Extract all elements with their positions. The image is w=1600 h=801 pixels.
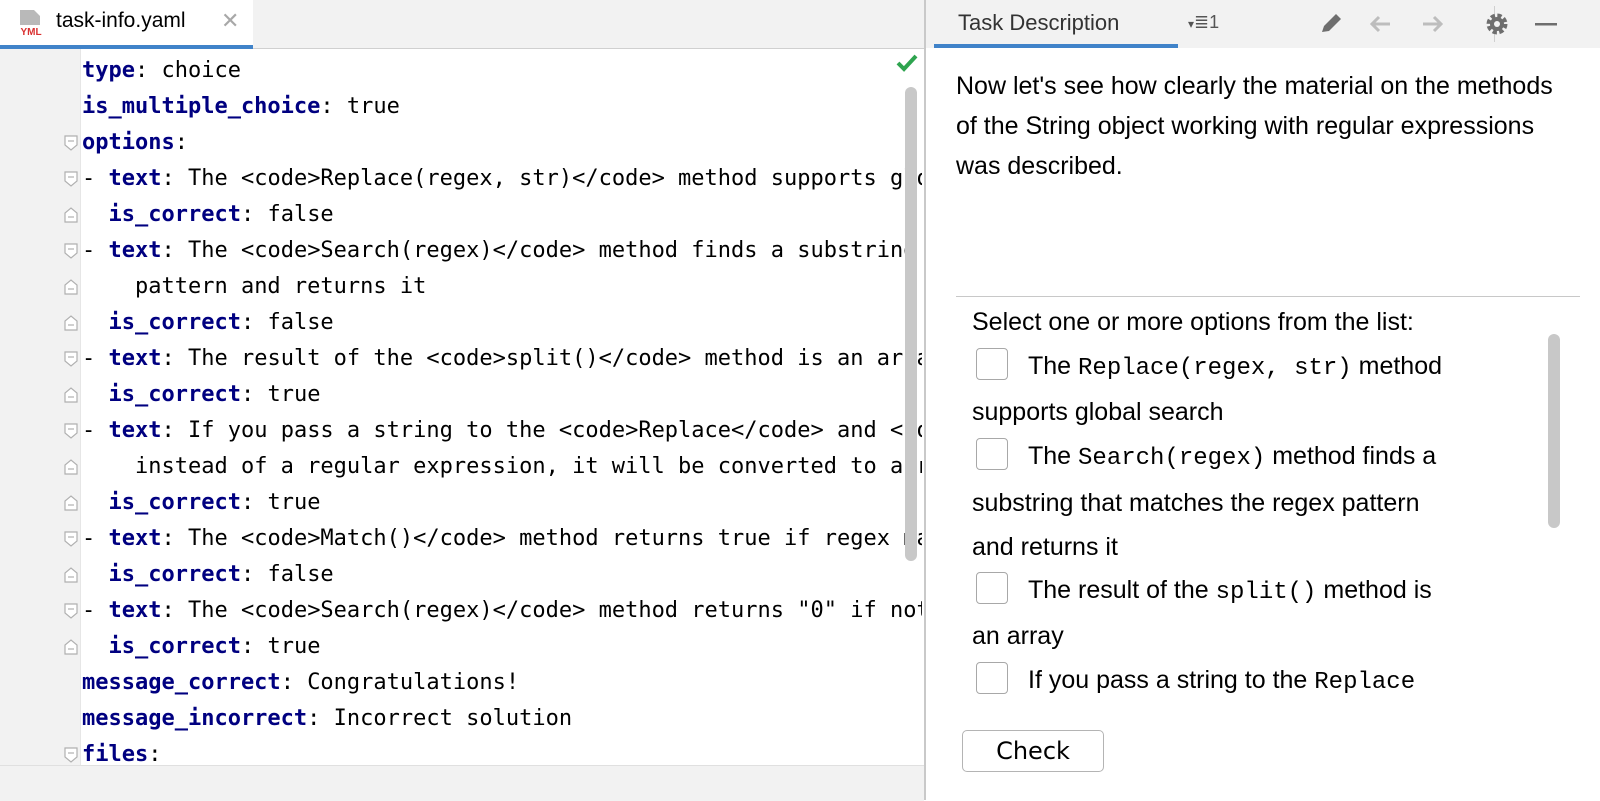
description-separator: [956, 296, 1580, 297]
panel-tab-label: Task Description: [958, 10, 1120, 35]
option-1-label[interactable]: The Replace(regex, str) method: [1028, 346, 1442, 389]
task-description-text: Now let's see how clearly the material o…: [956, 72, 1553, 180]
yaml-key: text: [108, 166, 162, 191]
task-description-panel: Task Description ▾≣1 Now let's see how c…: [926, 0, 1600, 800]
fold-end-icon[interactable]: [64, 387, 78, 403]
code-line[interactable]: options:: [82, 125, 188, 161]
tab-task-description[interactable]: Task Description: [934, 0, 1178, 48]
yaml-key: text: [108, 238, 162, 263]
yaml-key: is_correct: [108, 634, 241, 659]
fold-end-icon[interactable]: [64, 315, 78, 331]
option-4-checkbox[interactable]: [976, 662, 1008, 694]
code-line[interactable]: pattern and returns it: [82, 269, 426, 305]
code-line[interactable]: files:: [82, 737, 161, 765]
fold-open-icon[interactable]: [64, 747, 78, 763]
option-4-label[interactable]: If you pass a string to the Replace: [1028, 660, 1415, 703]
code-line[interactable]: - text: The <code>Search(regex)</code> m…: [82, 233, 922, 269]
code-line[interactable]: - text: If you pass a string to the <cod…: [82, 413, 922, 449]
pager-count: 1: [1209, 12, 1220, 32]
inline-code: Replace: [1314, 669, 1416, 696]
option-3-checkbox[interactable]: [976, 572, 1008, 604]
options-prompt: Select one or more options from the list…: [972, 308, 1414, 336]
yaml-key: is_correct: [108, 562, 241, 587]
task-pager[interactable]: ▾≣1: [1188, 12, 1219, 33]
yaml-key: is_correct: [108, 310, 241, 335]
editor-scrollbar[interactable]: [905, 87, 917, 561]
options-scrollbar[interactable]: [1548, 334, 1560, 528]
editor-pane: YML task-info.yaml ✕ type: choice is_mult…: [0, 0, 924, 801]
pencil-icon[interactable]: [1316, 10, 1346, 38]
panel-header: Task Description ▾≣1: [926, 0, 1600, 48]
code-line[interactable]: message_incorrect: Incorrect solution: [82, 701, 572, 737]
arrow-right-icon[interactable]: [1418, 10, 1448, 38]
minimize-icon[interactable]: [1532, 10, 1562, 38]
fold-end-icon[interactable]: [64, 279, 78, 295]
arrow-left-icon[interactable]: [1366, 10, 1396, 38]
inline-code: Search(regex): [1078, 445, 1266, 472]
option-2-label-wrap: substring that matches the regex pattern: [972, 489, 1420, 517]
fold-end-icon[interactable]: [64, 639, 78, 655]
gear-icon[interactable]: [1482, 10, 1512, 38]
yaml-key: files: [82, 742, 149, 765]
code-line[interactable]: is_correct: false: [82, 305, 334, 341]
yaml-key: message_incorrect: [82, 706, 308, 731]
option-3-label[interactable]: The result of the split() method is: [1028, 570, 1432, 613]
yaml-key: is_correct: [108, 490, 241, 515]
fold-open-icon[interactable]: [64, 531, 78, 547]
close-icon[interactable]: ✕: [221, 8, 239, 34]
yaml-key: is_correct: [108, 382, 241, 407]
list-icon: ≣: [1194, 12, 1210, 32]
code-line[interactable]: - text: The <code>Replace(regex, str)</c…: [82, 161, 922, 197]
code-line[interactable]: is_correct: false: [82, 197, 334, 233]
option-1-checkbox[interactable]: [976, 348, 1008, 380]
fold-end-icon[interactable]: [64, 459, 78, 475]
yaml-key: type: [82, 58, 135, 83]
code-line[interactable]: - text: The <code>Match()</code> method …: [82, 521, 922, 557]
yaml-key: options: [82, 130, 175, 155]
fold-open-icon[interactable]: [64, 423, 78, 439]
yml-icon-label: YML: [20, 27, 41, 38]
yaml-key: is_multiple_choice: [82, 94, 321, 119]
yml-file-icon: YML: [18, 10, 44, 38]
fold-open-icon[interactable]: [64, 135, 78, 151]
file-tab[interactable]: YML task-info.yaml ✕: [0, 0, 253, 49]
yaml-key: text: [108, 418, 162, 443]
inline-code: split(): [1215, 579, 1317, 606]
yaml-key: text: [108, 526, 162, 551]
code-line[interactable]: is_correct: false: [82, 557, 334, 593]
option-1-label-wrap: supports global search: [972, 398, 1224, 426]
yaml-key: text: [108, 598, 162, 623]
yaml-key: text: [108, 346, 162, 371]
code-line[interactable]: instead of a regular expression, it will…: [82, 449, 922, 485]
fold-end-icon[interactable]: [64, 207, 78, 223]
code-line[interactable]: is_multiple_choice: true: [82, 89, 400, 125]
fold-open-icon[interactable]: [64, 243, 78, 259]
option-3-label-wrap: an array: [972, 622, 1064, 650]
line-gutter: [0, 49, 80, 765]
code-editor[interactable]: type: choice is_multiple_choice: true opti…: [82, 53, 922, 765]
inline-code: Replace(regex, str): [1078, 355, 1352, 382]
option-2-checkbox[interactable]: [976, 438, 1008, 470]
fold-open-icon[interactable]: [64, 171, 78, 187]
checkmark-icon: [896, 54, 918, 72]
code-line[interactable]: is_correct: true: [82, 629, 321, 665]
check-button[interactable]: Check: [962, 730, 1104, 772]
yaml-key: message_correct: [82, 670, 281, 695]
fold-open-icon[interactable]: [64, 351, 78, 367]
file-tab-label: task-info.yaml: [56, 9, 186, 32]
option-2-label[interactable]: The Search(regex) method finds a: [1028, 436, 1436, 479]
editor-horizontal-scroll-area[interactable]: [0, 765, 924, 801]
fold-end-icon[interactable]: [64, 567, 78, 583]
option-2-label-wrap: and returns it: [972, 533, 1118, 561]
yaml-key: is_correct: [108, 202, 241, 227]
code-line[interactable]: - text: The result of the <code>split()<…: [82, 341, 922, 377]
fold-open-icon[interactable]: [64, 603, 78, 619]
code-line[interactable]: is_correct: true: [82, 485, 321, 521]
code-line[interactable]: type: choice: [82, 53, 241, 89]
code-line[interactable]: - text: The <code>Search(regex)</code> m…: [82, 593, 922, 629]
code-line[interactable]: is_correct: true: [82, 377, 321, 413]
code-line[interactable]: message_correct: Congratulations!: [82, 665, 519, 701]
fold-end-icon[interactable]: [64, 495, 78, 511]
